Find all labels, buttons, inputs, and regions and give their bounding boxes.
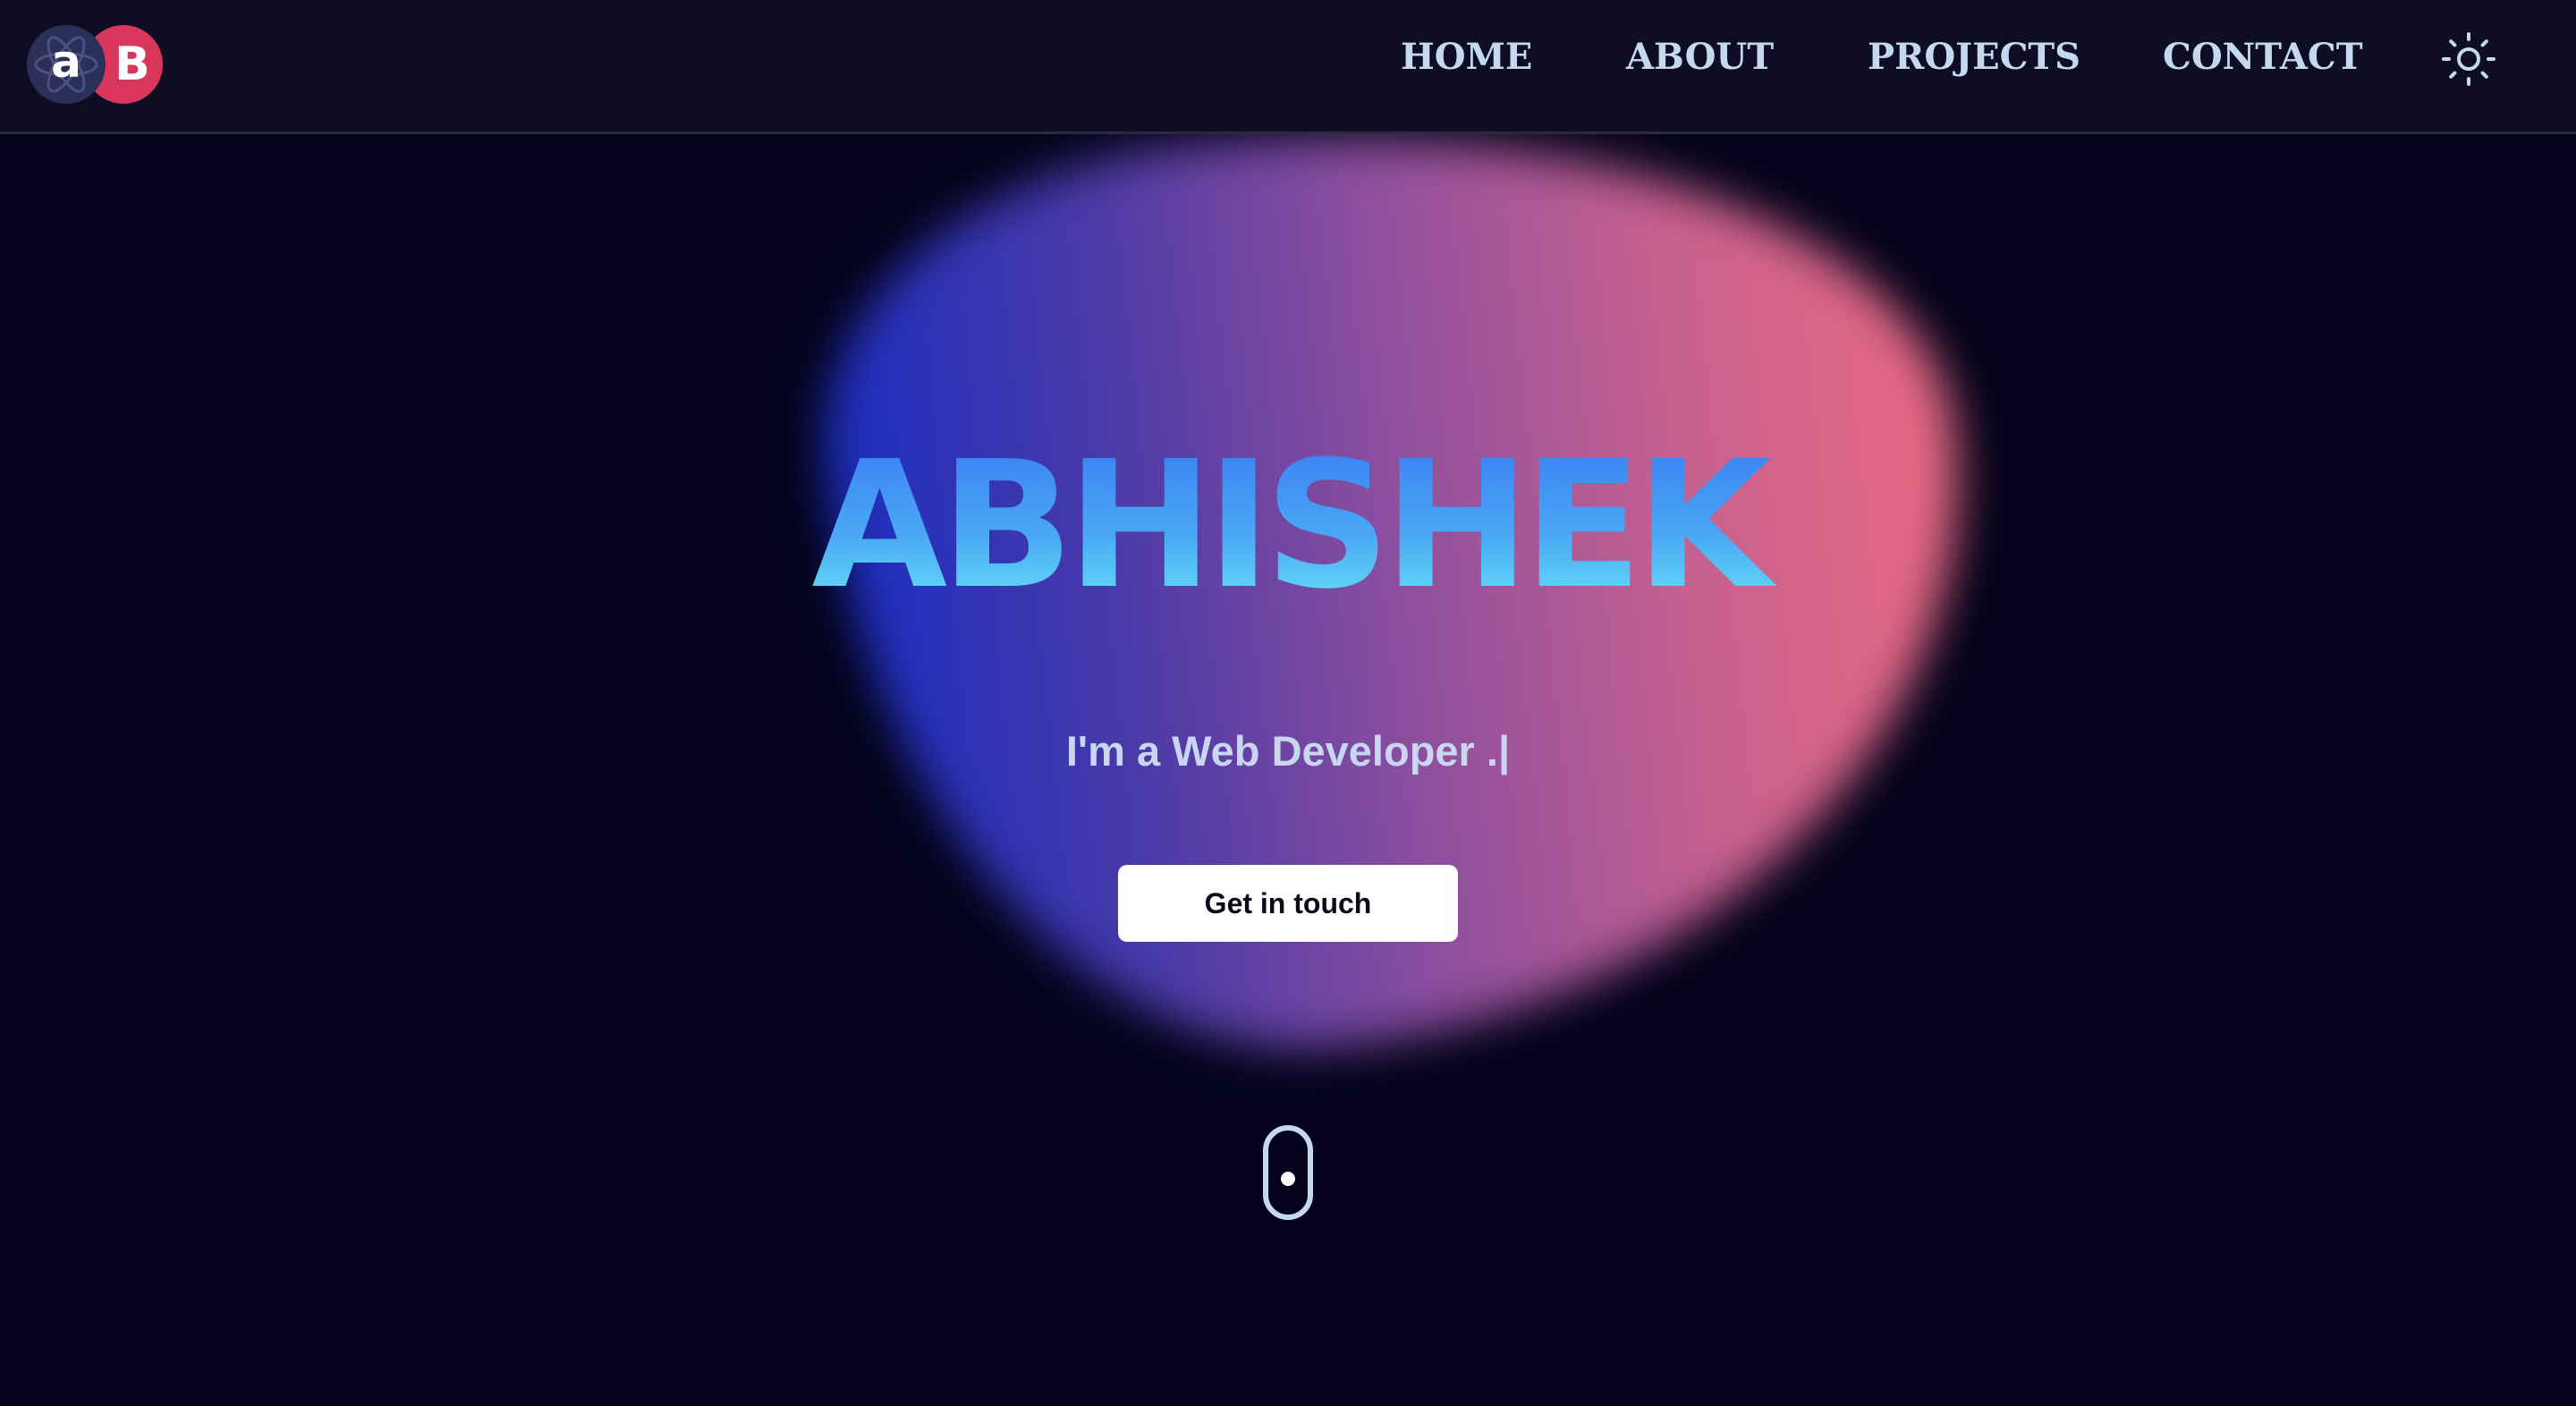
logo-circle-left: a bbox=[27, 25, 106, 104]
logo-letter-left: a bbox=[51, 36, 81, 88]
nav-link-home[interactable]: HOME bbox=[1401, 36, 1532, 78]
nav-link-contact[interactable]: CONTACT bbox=[2163, 36, 2362, 78]
nav-link-about[interactable]: ABOUT bbox=[1626, 36, 1774, 78]
site-header: B a HOME ABOUT PROJECTS CONTACT bbox=[0, 0, 2576, 134]
hero-subtitle: I'm a Web Developer .| bbox=[1065, 727, 1511, 775]
mouse-scroll-icon[interactable] bbox=[1263, 1125, 1313, 1220]
get-in-touch-button[interactable]: Get in touch bbox=[1118, 865, 1458, 942]
page: B a HOME ABOUT PROJECTS CONTACT ABHISHEK… bbox=[0, 0, 2576, 1406]
hero-name-title: ABHISHEK bbox=[0, 438, 2576, 614]
site-logo[interactable]: B a bbox=[27, 25, 165, 106]
sun-icon[interactable] bbox=[2440, 30, 2497, 88]
logo-letter-right: B bbox=[114, 38, 150, 91]
nav-link-projects[interactable]: PROJECTS bbox=[1868, 36, 2080, 78]
